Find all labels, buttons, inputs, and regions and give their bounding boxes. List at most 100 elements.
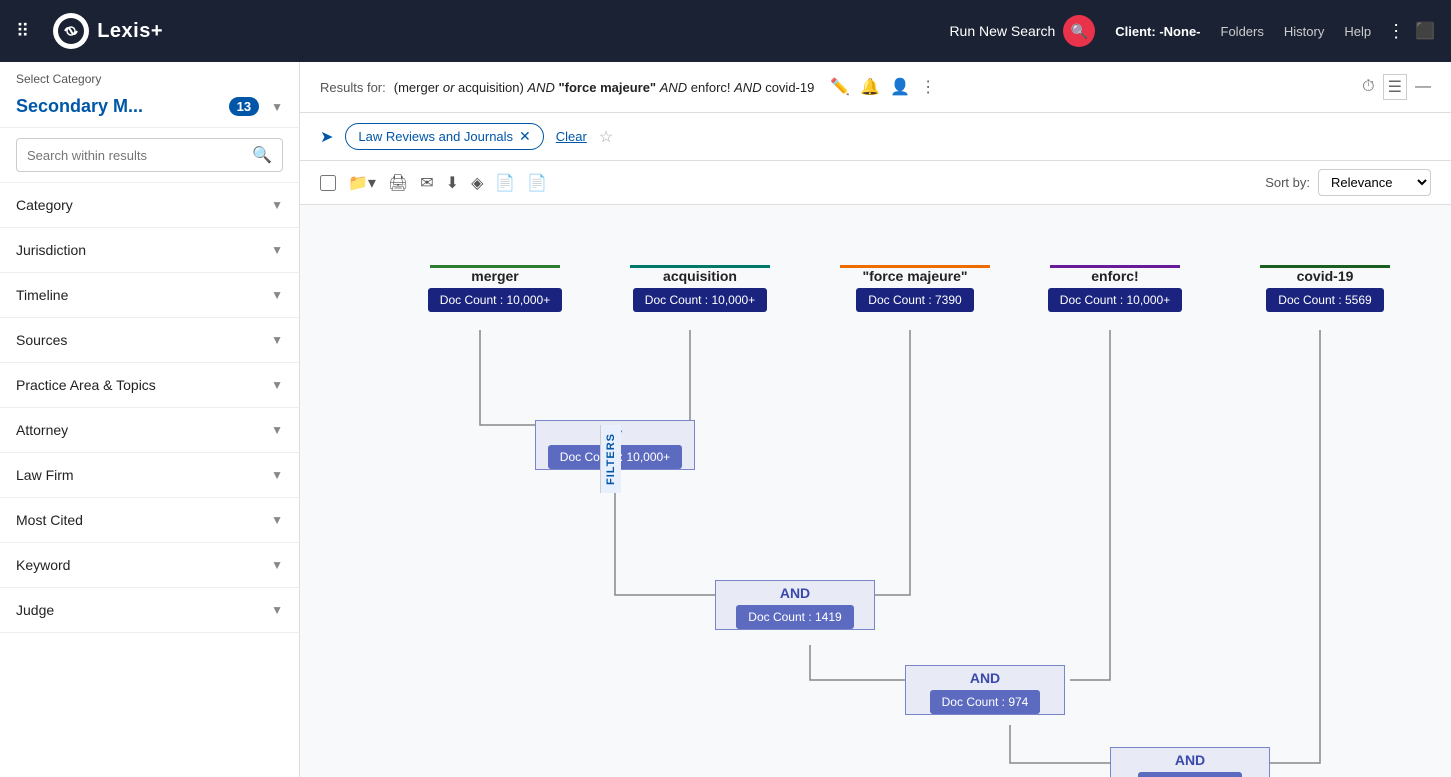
and3-node: AND Doc Count : 13 bbox=[1110, 747, 1270, 777]
folders-link[interactable]: Folders bbox=[1221, 24, 1264, 39]
help-link[interactable]: Help bbox=[1344, 24, 1371, 39]
download-icon[interactable]: ⬇ bbox=[446, 173, 459, 193]
clear-filters-button[interactable]: Clear bbox=[556, 129, 587, 144]
sidebar-item-law-firm[interactable]: Law Firm ▼ bbox=[0, 453, 299, 498]
logo-icon bbox=[53, 13, 89, 49]
chevron-down-icon: ▼ bbox=[271, 100, 283, 114]
sidebar-item-sources[interactable]: Sources ▼ bbox=[0, 318, 299, 363]
sidebar-label-keyword: Keyword bbox=[16, 557, 70, 573]
select-category-label: Select Category bbox=[0, 62, 299, 90]
category-badge: 13 bbox=[229, 97, 259, 116]
sort-select[interactable]: Relevance Date Most Cited bbox=[1318, 169, 1431, 196]
category-selector[interactable]: Secondary M... 13 ▼ bbox=[0, 90, 299, 128]
sidebar-label-practice-area: Practice Area & Topics bbox=[16, 377, 156, 393]
and2-count: Doc Count : 974 bbox=[930, 690, 1041, 714]
results-query: (merger or acquisition) AND "force majeu… bbox=[394, 80, 815, 95]
more-options-icon[interactable]: ⋮ bbox=[1387, 21, 1405, 42]
chevron-icon-attorney: ▼ bbox=[271, 423, 283, 437]
edit-icon[interactable]: ✏️ bbox=[830, 77, 850, 97]
and3-label: AND bbox=[1175, 748, 1205, 768]
search-circle-icon: 🔍 bbox=[1063, 15, 1095, 47]
merger-count: Doc Count : 10,000+ bbox=[428, 288, 562, 312]
category-text: Secondary M... bbox=[16, 96, 143, 117]
enforc-count: Doc Count : 10,000+ bbox=[1048, 288, 1182, 312]
run-search-label: Run New Search bbox=[949, 23, 1055, 39]
chevron-icon-law-firm: ▼ bbox=[271, 468, 283, 482]
filter-bar: ➤ Law Reviews and Journals ✕ Clear ☆ bbox=[300, 113, 1451, 161]
term-node-merger: merger Doc Count : 10,000+ bbox=[430, 265, 560, 312]
term-node-force-majeure: "force majeure" Doc Count : 7390 bbox=[840, 265, 990, 312]
email-icon[interactable]: ✉ bbox=[420, 173, 433, 193]
chevron-icon-most-cited: ▼ bbox=[271, 513, 283, 527]
sidebar-label-attorney: Attorney bbox=[16, 422, 68, 438]
document-icon[interactable]: 📄 bbox=[495, 173, 515, 193]
clock-icon[interactable]: ⏱ bbox=[1362, 78, 1374, 96]
and1-label: AND bbox=[780, 581, 810, 601]
covid-count: Doc Count : 5569 bbox=[1266, 288, 1383, 312]
force-majeure-label: "force majeure" bbox=[862, 268, 967, 284]
acquisition-label: acquisition bbox=[663, 268, 737, 284]
filters-side-panel[interactable]: FILTERS bbox=[600, 425, 621, 493]
folder-icon[interactable]: 📁▾ bbox=[348, 173, 376, 193]
sidebar-item-practice-area[interactable]: Practice Area & Topics ▼ bbox=[0, 363, 299, 408]
toolbar: 📁▾ 🖨 ✉ ⬇ ◈ 📄 📄 Sort by: Relevance Date M… bbox=[300, 161, 1451, 205]
category-right: 13 ▼ bbox=[229, 97, 283, 116]
sidebar-label-category: Category bbox=[16, 197, 73, 213]
and1-count: Doc Count : 1419 bbox=[736, 605, 853, 629]
chevron-icon-practice-area: ▼ bbox=[271, 378, 283, 392]
dropbox-icon[interactable]: ◈ bbox=[471, 173, 483, 193]
content-area: Results for: (merger or acquisition) AND… bbox=[300, 62, 1451, 777]
enforc-label: enforc! bbox=[1091, 268, 1138, 284]
sidebar-item-judge[interactable]: Judge ▼ bbox=[0, 588, 299, 633]
left-sidebar: Select Category Secondary M... 13 ▼ 🔍 Ca… bbox=[0, 62, 300, 777]
term-node-acquisition: acquisition Doc Count : 10,000+ bbox=[630, 265, 770, 312]
logo-text: Lexis+ bbox=[97, 20, 163, 43]
chevron-icon-judge: ▼ bbox=[271, 603, 283, 617]
diagram-area: merger Doc Count : 10,000+ acquisition D… bbox=[300, 205, 1451, 777]
sidebar-item-attorney[interactable]: Attorney ▼ bbox=[0, 408, 299, 453]
merger-label: merger bbox=[471, 268, 518, 284]
list-view-icon[interactable]: ☰ bbox=[1383, 74, 1407, 100]
search-within-results: 🔍 bbox=[0, 128, 299, 183]
doc2-icon[interactable]: 📄 bbox=[527, 173, 547, 193]
results-for-label: Results for: bbox=[320, 80, 386, 95]
sidebar-item-most-cited[interactable]: Most Cited ▼ bbox=[0, 498, 299, 543]
sidebar-label-law-firm: Law Firm bbox=[16, 467, 74, 483]
sort-by-label: Sort by: bbox=[1265, 175, 1310, 190]
star-icon[interactable]: ☆ bbox=[599, 127, 613, 147]
term-node-enforc: enforc! Doc Count : 10,000+ bbox=[1050, 265, 1180, 312]
and1-node: AND Doc Count : 1419 bbox=[715, 580, 875, 630]
nav-links: Folders History Help bbox=[1221, 24, 1372, 39]
sort-controls: Sort by: Relevance Date Most Cited bbox=[1265, 169, 1431, 196]
sidebar-label-sources: Sources bbox=[16, 332, 67, 348]
and2-label: AND bbox=[970, 666, 1000, 686]
chevron-icon-jurisdiction: ▼ bbox=[271, 243, 283, 257]
remove-filter-icon[interactable]: ✕ bbox=[519, 128, 531, 145]
sidebar-label-most-cited: Most Cited bbox=[16, 512, 83, 528]
search-within-input[interactable] bbox=[27, 148, 252, 163]
sidebar-item-timeline[interactable]: Timeline ▼ bbox=[0, 273, 299, 318]
sidebar-item-jurisdiction[interactable]: Jurisdiction ▼ bbox=[0, 228, 299, 273]
and3-count: Doc Count : 13 bbox=[1138, 772, 1242, 777]
sidebar-item-keyword[interactable]: Keyword ▼ bbox=[0, 543, 299, 588]
diagram-container: merger Doc Count : 10,000+ acquisition D… bbox=[350, 225, 1430, 777]
acquisition-count: Doc Count : 10,000+ bbox=[633, 288, 767, 312]
search-icon: 🔍 bbox=[252, 145, 272, 165]
sidebar-label-jurisdiction: Jurisdiction bbox=[16, 242, 86, 258]
run-new-search-button[interactable]: Run New Search 🔍 bbox=[949, 15, 1095, 47]
logo: Lexis+ bbox=[53, 13, 163, 49]
more-icon[interactable]: ⋮ bbox=[920, 77, 936, 97]
print-icon[interactable]: 🖨 bbox=[388, 173, 408, 193]
share-icon[interactable]: 👤 bbox=[890, 77, 910, 97]
collapse-icon[interactable]: — bbox=[1415, 78, 1431, 96]
bell-icon[interactable]: 🔔 bbox=[860, 77, 880, 97]
covid-label: covid-19 bbox=[1297, 268, 1354, 284]
select-all-checkbox[interactable] bbox=[320, 175, 336, 191]
sidebar-item-category[interactable]: Category ▼ bbox=[0, 183, 299, 228]
search-input-wrapper: 🔍 bbox=[16, 138, 283, 172]
filter-chip-law-reviews[interactable]: Law Reviews and Journals ✕ bbox=[345, 123, 543, 150]
filter-arrow-icon: ➤ bbox=[320, 127, 333, 147]
main-layout: Select Category Secondary M... 13 ▼ 🔍 Ca… bbox=[0, 62, 1451, 777]
grid-menu-icon[interactable]: ⠿ bbox=[16, 21, 29, 42]
history-link[interactable]: History bbox=[1284, 24, 1324, 39]
